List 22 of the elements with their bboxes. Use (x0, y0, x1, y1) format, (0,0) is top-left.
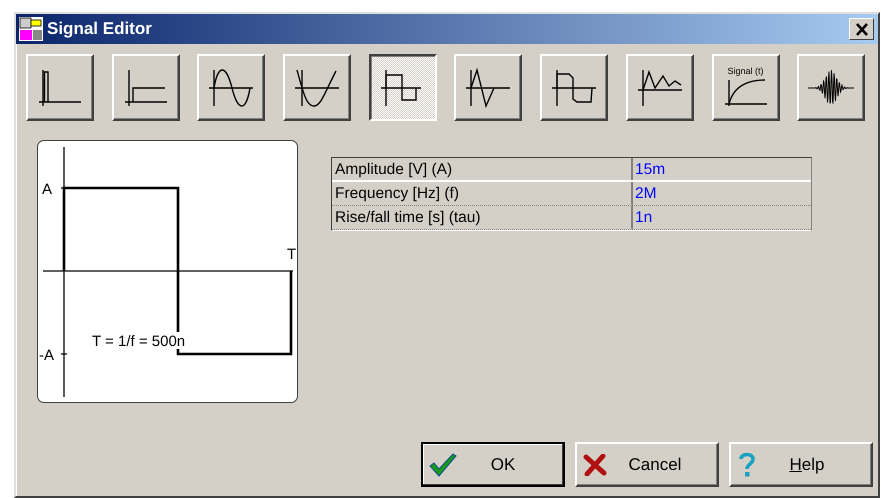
parameter-value[interactable]: 2M (633, 182, 811, 205)
checkmark-icon (429, 452, 457, 476)
cross-icon (583, 454, 607, 476)
close-button[interactable] (849, 18, 874, 40)
period-label: T (287, 246, 296, 263)
negative-amplitude-label: -A (39, 347, 54, 364)
parameter-name: Frequency [Hz] (f) (332, 182, 633, 205)
window-title: Signal Editor (47, 19, 153, 39)
amplitude-label: A (42, 181, 52, 198)
help-icon (737, 452, 757, 478)
parameter-name: Rise/fall time [s] (tau) (332, 206, 633, 229)
app-logo-icon (19, 17, 43, 41)
help-button[interactable]: Help (729, 442, 873, 487)
close-icon (854, 22, 868, 36)
signal-type-button[interactable]: Signal (t) (712, 54, 780, 121)
ok-button[interactable]: OK (421, 442, 565, 487)
signal-type-button[interactable] (368, 54, 437, 121)
period-formula: T = 1/f = 500n (92, 333, 186, 350)
parameter-name: Amplitude [V] (A) (332, 158, 633, 180)
parameter-value[interactable]: 15m (633, 158, 811, 180)
cancel-button[interactable]: Cancel (575, 442, 719, 487)
parameter-value[interactable]: 1n (633, 206, 811, 229)
